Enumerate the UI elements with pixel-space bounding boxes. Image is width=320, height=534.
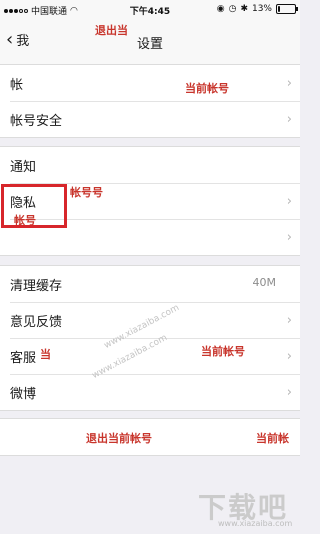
bluetooth-icon: ✱ [240,4,248,14]
battery-icon [276,4,298,14]
chevron-right-icon: › [286,76,292,91]
logout-button[interactable]: 退出当前帐号 [0,418,300,456]
row-clear-cache[interactable]: 清理缓存 40M [0,266,300,302]
row-weibo[interactable]: 微博 › [0,374,300,410]
watermark-text: 退出当 [95,24,128,37]
row-label: 通知 [10,159,37,175]
status-bar: 中国联通 ◠ 下午4:45 ◉ ◷ ✱ 13% [0,0,300,20]
logout-label: 退出当前帐号 [86,432,152,445]
battery-fill [278,6,280,12]
watermark-text: 帐号号 [70,186,103,199]
row-label: 意见反馈 [10,314,63,330]
privacy-highlight-box [1,184,67,228]
chevron-right-icon: › [286,112,292,127]
row-label: 客服 [10,350,37,366]
site-logo-url: www.xiazaiba.com [218,519,293,528]
nav-bar: ‹ 我 设置 [0,20,300,65]
row-label: 清理缓存 [10,278,63,294]
settings-group-account: 帐 › 帐号安全 › [0,64,300,138]
watermark-text: 当前帐 [256,432,289,445]
row-label: 帐 [10,77,24,93]
chevron-right-icon: › [286,194,292,209]
row-label: 帐号安全 [10,113,63,129]
chevron-right-icon: › [286,349,292,364]
watermark-text: 当 [40,348,51,361]
chevron-right-icon: › [286,230,292,245]
row-label: 微博 [10,386,37,402]
battery-percent: 13% [251,4,272,14]
cache-size-value: 40M [252,276,277,289]
page-title: 设置 [136,37,163,52]
chevron-right-icon: › [286,385,292,400]
settings-group-other: 清理缓存 40M 意见反馈 › 客服 › 微博 › [0,265,300,411]
watermark-text: 当前帐号 [201,345,245,358]
chevron-right-icon: › [286,313,292,328]
status-right: ◉ ◷ ✱ 13% [216,4,298,14]
row-notification[interactable]: 通知 [0,147,300,183]
lock-rotation-icon: ◉ [216,4,225,14]
alarm-icon: ◷ [228,4,237,14]
row-account-security[interactable]: 帐号安全 › [0,101,300,137]
watermark-text: 当前帐号 [185,82,229,95]
row-account[interactable]: 帐 › [0,65,300,101]
